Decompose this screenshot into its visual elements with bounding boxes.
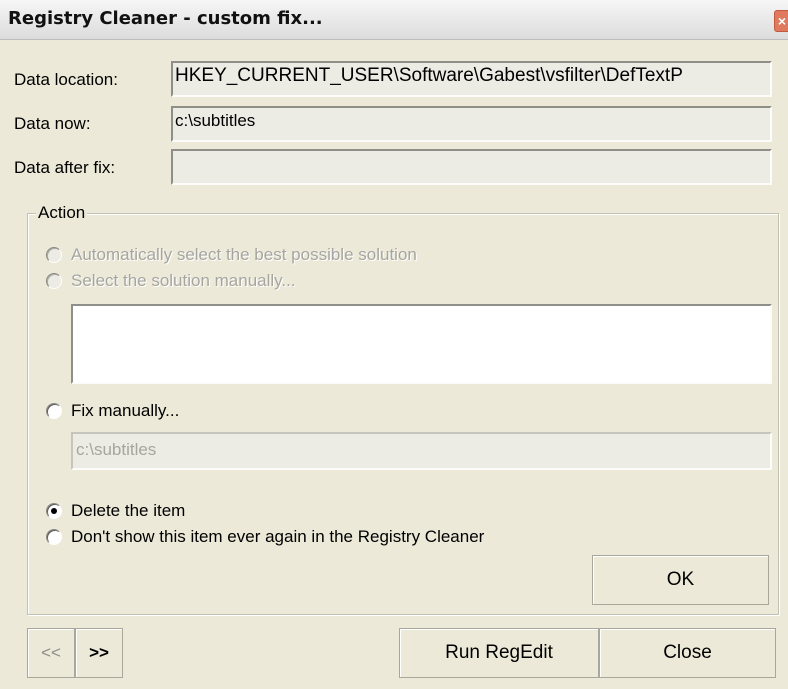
radio-select-manually-label: Select the solution manually...: [71, 271, 296, 290]
manual-fix-input[interactable]: c:\subtitles: [71, 432, 772, 470]
prev-button[interactable]: <<: [27, 628, 75, 678]
title-bar[interactable]: Registry Cleaner - custom fix... ×: [0, 0, 788, 40]
radio-select-manually[interactable]: Select the solution manually...: [46, 271, 296, 291]
radio-dont-show-again-label: Don't show this item ever again in the R…: [71, 527, 485, 546]
close-icon[interactable]: ×: [774, 10, 788, 32]
data-location-label: Data location:: [14, 70, 118, 89]
radio-delete-item[interactable]: Delete the item: [46, 501, 185, 521]
radio-auto-select-label: Automatically select the best possible s…: [71, 245, 417, 264]
radio-fix-manually-label: Fix manually...: [71, 401, 180, 420]
close-button[interactable]: Close: [599, 628, 776, 678]
radio-button[interactable]: [46, 273, 62, 289]
radio-button[interactable]: [46, 503, 62, 519]
window-title: Registry Cleaner - custom fix...: [8, 8, 323, 29]
data-now-label: Data now:: [14, 114, 91, 133]
radio-button[interactable]: [46, 403, 62, 419]
radio-button[interactable]: [46, 247, 62, 263]
solutions-listbox[interactable]: [71, 304, 772, 384]
radio-dont-show-again[interactable]: Don't show this item ever again in the R…: [46, 527, 484, 547]
registry-cleaner-dialog: Registry Cleaner - custom fix... × Data …: [0, 0, 788, 689]
data-now-field[interactable]: c:\subtitles: [171, 106, 772, 142]
radio-auto-select[interactable]: Automatically select the best possible s…: [46, 245, 417, 265]
data-location-field[interactable]: HKEY_CURRENT_USER\Software\Gabest\vsfilt…: [171, 61, 772, 97]
next-button[interactable]: >>: [75, 628, 123, 678]
ok-button[interactable]: OK: [592, 555, 769, 605]
data-after-fix-label: Data after fix:: [14, 158, 116, 177]
radio-delete-item-label: Delete the item: [71, 501, 186, 520]
data-after-fix-field[interactable]: [171, 149, 772, 185]
radio-button[interactable]: [46, 529, 62, 545]
radio-fix-manually[interactable]: Fix manually...: [46, 401, 179, 421]
action-group-legend: Action: [36, 203, 88, 223]
run-regedit-button[interactable]: Run RegEdit: [399, 628, 599, 678]
